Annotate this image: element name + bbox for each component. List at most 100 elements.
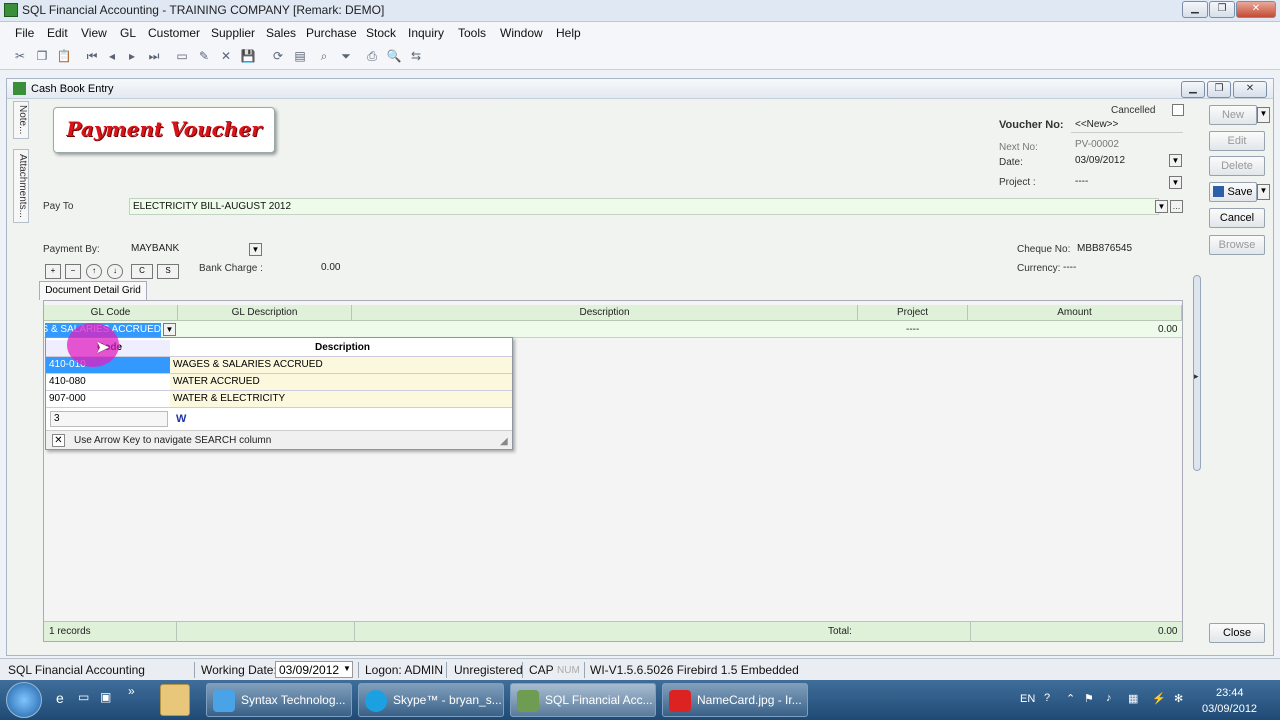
payment-by-value[interactable]: MAYBANK bbox=[131, 243, 179, 254]
filter-icon[interactable]: ⏷ bbox=[338, 48, 354, 64]
expand-arrow-icon[interactable]: ▸ bbox=[1194, 371, 1199, 382]
gl-description-header[interactable]: GL Description bbox=[178, 305, 352, 321]
menu-gl[interactable]: GL bbox=[120, 26, 136, 40]
child-close-button[interactable]: ✕ bbox=[1233, 81, 1267, 98]
task-namecard[interactable]: NameCard.jpg - Ir... bbox=[662, 683, 808, 717]
start-button[interactable] bbox=[6, 682, 42, 718]
menu-inquiry[interactable]: Inquiry bbox=[408, 26, 444, 40]
menu-tools[interactable]: Tools bbox=[458, 26, 486, 40]
paste-icon[interactable]: 📋 bbox=[56, 48, 72, 64]
task-skype[interactable]: Skype™ - bryan_s... bbox=[358, 683, 504, 717]
language-indicator[interactable]: EN bbox=[1020, 693, 1035, 705]
lookup-search-text[interactable]: W bbox=[176, 413, 186, 425]
refresh-icon[interactable]: ⟳ bbox=[270, 48, 286, 64]
menu-window[interactable]: Window bbox=[500, 26, 543, 40]
new-dropdown-icon[interactable]: ▼ bbox=[1257, 107, 1270, 123]
project-dropdown-icon[interactable]: ▼ bbox=[1169, 176, 1182, 189]
new-doc-icon[interactable]: ▭ bbox=[174, 48, 190, 64]
move-down-button[interactable]: ↓ bbox=[107, 264, 123, 279]
prior-record-icon[interactable]: ◂ bbox=[104, 48, 120, 64]
export-icon[interactable]: ⇆ bbox=[408, 48, 424, 64]
menu-stock[interactable]: Stock bbox=[366, 26, 396, 40]
lookup-row-code[interactable]: 907-000 bbox=[46, 391, 170, 408]
volume-icon[interactable]: ♪ bbox=[1106, 692, 1112, 704]
gl-code-header[interactable]: GL Code bbox=[44, 305, 178, 321]
pay-to-field[interactable]: ELECTRICITY BILL-AUGUST 2012 bbox=[129, 198, 1159, 215]
cancelled-checkbox[interactable] bbox=[1172, 104, 1184, 116]
tray-arrow-icon[interactable]: ⌃ bbox=[1066, 692, 1075, 705]
c-button[interactable]: C bbox=[131, 264, 153, 279]
project-value[interactable]: ---- bbox=[1075, 176, 1088, 187]
menu-edit[interactable]: Edit bbox=[47, 26, 68, 40]
note-tab[interactable]: Note... bbox=[13, 101, 29, 139]
restore-button[interactable]: ❐ bbox=[1209, 1, 1235, 18]
form-icon[interactable]: ▤ bbox=[292, 48, 308, 64]
clock-date[interactable]: 03/09/2012 bbox=[1202, 703, 1257, 715]
delete-doc-icon[interactable]: ✕ bbox=[218, 48, 234, 64]
new-button[interactable]: New bbox=[1209, 105, 1257, 125]
folder-task-icon[interactable] bbox=[160, 684, 190, 716]
move-up-button[interactable]: ↑ bbox=[86, 264, 102, 279]
menu-sales[interactable]: Sales bbox=[266, 26, 296, 40]
document-detail-grid-tab[interactable]: Document Detail Grid bbox=[39, 281, 147, 300]
help-icon[interactable]: ? bbox=[1044, 692, 1050, 704]
gl-code-dropdown-icon[interactable]: ▼ bbox=[163, 323, 176, 336]
amount-cell[interactable]: 0.00 bbox=[1158, 324, 1177, 335]
preview-icon[interactable]: 🔍 bbox=[386, 48, 402, 64]
menu-view[interactable]: View bbox=[81, 26, 107, 40]
task-syntax[interactable]: Syntax Technolog... bbox=[206, 683, 352, 717]
edit-doc-icon[interactable]: ✎ bbox=[196, 48, 212, 64]
lookup-row-desc[interactable]: WAGES & SALARIES ACCRUED bbox=[170, 357, 512, 374]
attachments-tab[interactable]: Attachments... bbox=[13, 149, 29, 223]
amount-header[interactable]: Amount bbox=[968, 305, 1182, 321]
explorer-quicklaunch-icon[interactable]: ▣ bbox=[100, 690, 111, 704]
menu-supplier[interactable]: Supplier bbox=[211, 26, 255, 40]
add-row-button[interactable]: + bbox=[45, 264, 61, 279]
find-icon[interactable]: ⌕ bbox=[316, 48, 332, 64]
browse-button[interactable]: Browse bbox=[1209, 235, 1265, 255]
last-record-icon[interactable]: ⏭ bbox=[146, 48, 162, 64]
cancel-button[interactable]: Cancel bbox=[1209, 208, 1265, 228]
child-minimize-button[interactable]: ▁ bbox=[1181, 81, 1205, 98]
lookup-row-desc[interactable]: WATER ACCRUED bbox=[170, 374, 512, 391]
pay-to-dropdown-icon[interactable]: ▼ bbox=[1155, 200, 1168, 213]
desktop-quicklaunch-icon[interactable]: ▭ bbox=[78, 690, 89, 704]
ie-quicklaunch-icon[interactable]: e bbox=[56, 690, 64, 706]
pay-to-more-icon[interactable]: … bbox=[1170, 200, 1183, 213]
copy-icon[interactable]: ❐ bbox=[34, 48, 50, 64]
flag-icon[interactable]: ⚑ bbox=[1084, 692, 1094, 705]
table-row[interactable] bbox=[44, 322, 1182, 338]
cheque-no-value[interactable]: MBB876545 bbox=[1077, 243, 1132, 254]
lookup-search-code[interactable]: 3 bbox=[50, 411, 168, 427]
save-icon[interactable]: 💾 bbox=[240, 48, 256, 64]
power-icon[interactable]: ⚡ bbox=[1152, 692, 1166, 705]
delete-button[interactable]: Delete bbox=[1209, 156, 1265, 176]
lookup-row-code[interactable]: 410-080 bbox=[46, 374, 170, 391]
resize-grip-icon[interactable]: ◢ bbox=[500, 436, 508, 447]
network-icon[interactable]: ▦ bbox=[1128, 692, 1138, 705]
close-button[interactable]: Close bbox=[1209, 623, 1265, 643]
clock-time[interactable]: 23:44 bbox=[1216, 687, 1244, 699]
working-date-dropdown-icon[interactable]: ▼ bbox=[343, 664, 351, 673]
print-icon[interactable]: ⎙ bbox=[364, 48, 380, 64]
cut-icon[interactable]: ✂ bbox=[12, 48, 28, 64]
skype-tray-icon[interactable]: ✻ bbox=[1174, 692, 1183, 705]
voucher-no-value[interactable]: <<New>> bbox=[1075, 119, 1118, 130]
save-dropdown-icon[interactable]: ▼ bbox=[1257, 184, 1270, 200]
delete-row-button[interactable]: − bbox=[65, 264, 81, 279]
menu-help[interactable]: Help bbox=[556, 26, 581, 40]
date-dropdown-icon[interactable]: ▼ bbox=[1169, 154, 1182, 167]
date-value[interactable]: 03/09/2012 bbox=[1075, 155, 1125, 166]
project-cell[interactable]: ---- bbox=[906, 324, 919, 335]
lookup-description-header[interactable]: Description bbox=[170, 340, 512, 357]
s-button[interactable]: S bbox=[157, 264, 179, 279]
child-restore-button[interactable]: ❐ bbox=[1207, 81, 1231, 98]
first-record-icon[interactable]: ⏮ bbox=[84, 48, 100, 64]
menu-file[interactable]: File bbox=[15, 26, 34, 40]
description-header[interactable]: Description bbox=[352, 305, 858, 321]
menu-purchase[interactable]: Purchase bbox=[306, 26, 357, 40]
close-icon[interactable]: ✕ bbox=[52, 434, 65, 447]
project-header[interactable]: Project bbox=[858, 305, 968, 321]
next-record-icon[interactable]: ▸ bbox=[124, 48, 140, 64]
quicklaunch-more-icon[interactable]: » bbox=[128, 684, 135, 698]
